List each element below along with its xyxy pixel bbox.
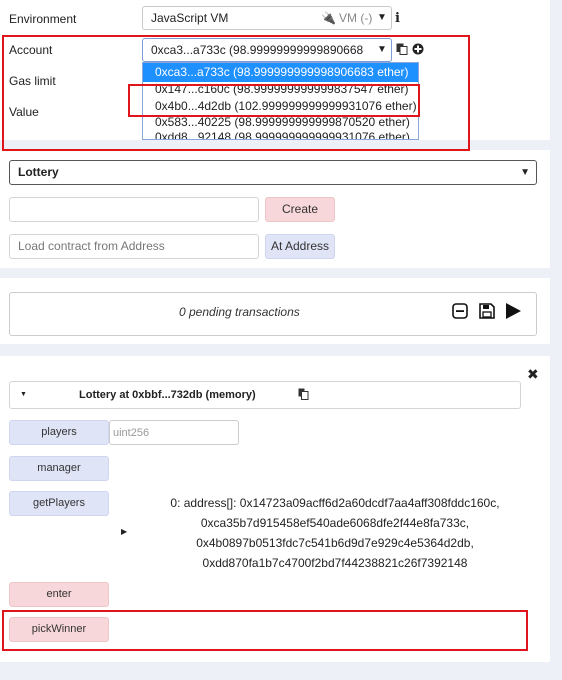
players-button-label: players bbox=[41, 426, 77, 438]
output-line: 0x4b0897b0513fdc7c541b6d9d7e929c4e5364d2… bbox=[196, 536, 474, 550]
players-index-input[interactable]: uint256 bbox=[109, 420, 239, 445]
info-icon[interactable]: i bbox=[395, 11, 400, 26]
enter-button-label: enter bbox=[46, 588, 72, 600]
account-option[interactable]: 0xdd8...92148 (98.999999999999931076 eth… bbox=[143, 128, 418, 139]
account-selected-value: 0xca3...a733c (98.99999999999890668 bbox=[151, 43, 364, 57]
account-option[interactable]: 0x147...c160c (98.999999999999837547 eth… bbox=[143, 82, 418, 97]
environment-value: JavaScript VM bbox=[151, 11, 229, 25]
account-select[interactable]: 0xca3...a733c (98.99999999999890668 bbox=[142, 38, 392, 62]
clear-instances-icon[interactable] bbox=[452, 303, 468, 319]
output-line: 0: address[]: 0x14723a09acff6d2a60dcdf7a… bbox=[170, 496, 500, 510]
plug-icon: 🔌 bbox=[321, 11, 336, 25]
account-option[interactable]: 0x583...40225 (98.999999999999870520 eth… bbox=[143, 116, 418, 128]
play-icon[interactable] bbox=[505, 302, 522, 320]
manager-button-label: manager bbox=[37, 462, 81, 474]
output-line: 0xdd870fa1b7c4700f2bd7f44238821c26f73921… bbox=[202, 556, 468, 570]
chevron-down-icon: ▼ bbox=[377, 12, 387, 23]
copy-icon[interactable] bbox=[396, 43, 408, 55]
enter-button[interactable]: enter bbox=[9, 582, 109, 607]
getplayers-button-label: getPlayers bbox=[33, 497, 85, 509]
at-address-button-label: At Address bbox=[270, 239, 330, 253]
contract-select[interactable]: Lottery ▼ bbox=[9, 160, 537, 185]
load-address-input[interactable]: Load contract from Address bbox=[9, 234, 259, 259]
provider-label: VM (-) bbox=[339, 11, 373, 25]
getplayers-button[interactable]: getPlayers bbox=[9, 491, 109, 516]
at-address-button[interactable]: At Address bbox=[265, 234, 335, 259]
constructor-args-input[interactable] bbox=[9, 197, 259, 222]
environment-label: Environment bbox=[9, 12, 77, 26]
pickwinner-button[interactable]: pickWinner bbox=[9, 617, 109, 642]
copy-icon[interactable] bbox=[298, 388, 309, 400]
players-button[interactable]: players bbox=[9, 420, 109, 445]
save-icon[interactable] bbox=[479, 303, 495, 319]
account-option[interactable]: 0x4b0...4d2db (102.999999999999931076 et… bbox=[143, 97, 418, 116]
output-line: 0xca35b7d915458ef540ade6068dfe2f44e8fa73… bbox=[200, 516, 470, 530]
caret-down-icon[interactable]: ▼ bbox=[20, 391, 27, 398]
account-label: Account bbox=[9, 43, 53, 57]
instance-title: Lottery at 0xbbf...732db (memory) bbox=[79, 389, 256, 401]
load-address-placeholder: Load contract from Address bbox=[18, 239, 165, 253]
environment-select[interactable]: JavaScript VM 🔌 VM (-) ▼ bbox=[142, 6, 392, 30]
caret-right-icon: ▶ bbox=[121, 527, 128, 536]
gas-limit-label: Gas limit bbox=[9, 74, 56, 88]
manager-button[interactable]: manager bbox=[9, 456, 109, 481]
chevron-down-icon: ▼ bbox=[520, 167, 530, 178]
create-button[interactable]: Create bbox=[265, 197, 335, 222]
pending-transactions-text: 0 pending transactions bbox=[179, 305, 300, 319]
account-option[interactable]: 0xca3...a733c (98.999999999998906683 eth… bbox=[143, 63, 418, 82]
account-dropdown-list: 0xca3...a733c (98.999999999998906683 eth… bbox=[142, 62, 419, 140]
players-index-placeholder: uint256 bbox=[113, 427, 150, 439]
contract-select-value: Lottery bbox=[18, 165, 59, 179]
close-icon[interactable]: ✖ bbox=[527, 366, 539, 383]
plus-circle-icon[interactable] bbox=[412, 43, 424, 55]
create-button-label: Create bbox=[281, 202, 319, 216]
chevron-down-icon: ▼ bbox=[377, 44, 387, 55]
value-label: Value bbox=[9, 105, 39, 119]
getplayers-output: 0: address[]: 0x14723a09acff6d2a60dcdf7a… bbox=[150, 493, 520, 573]
pickwinner-button-label: pickWinner bbox=[31, 623, 87, 635]
